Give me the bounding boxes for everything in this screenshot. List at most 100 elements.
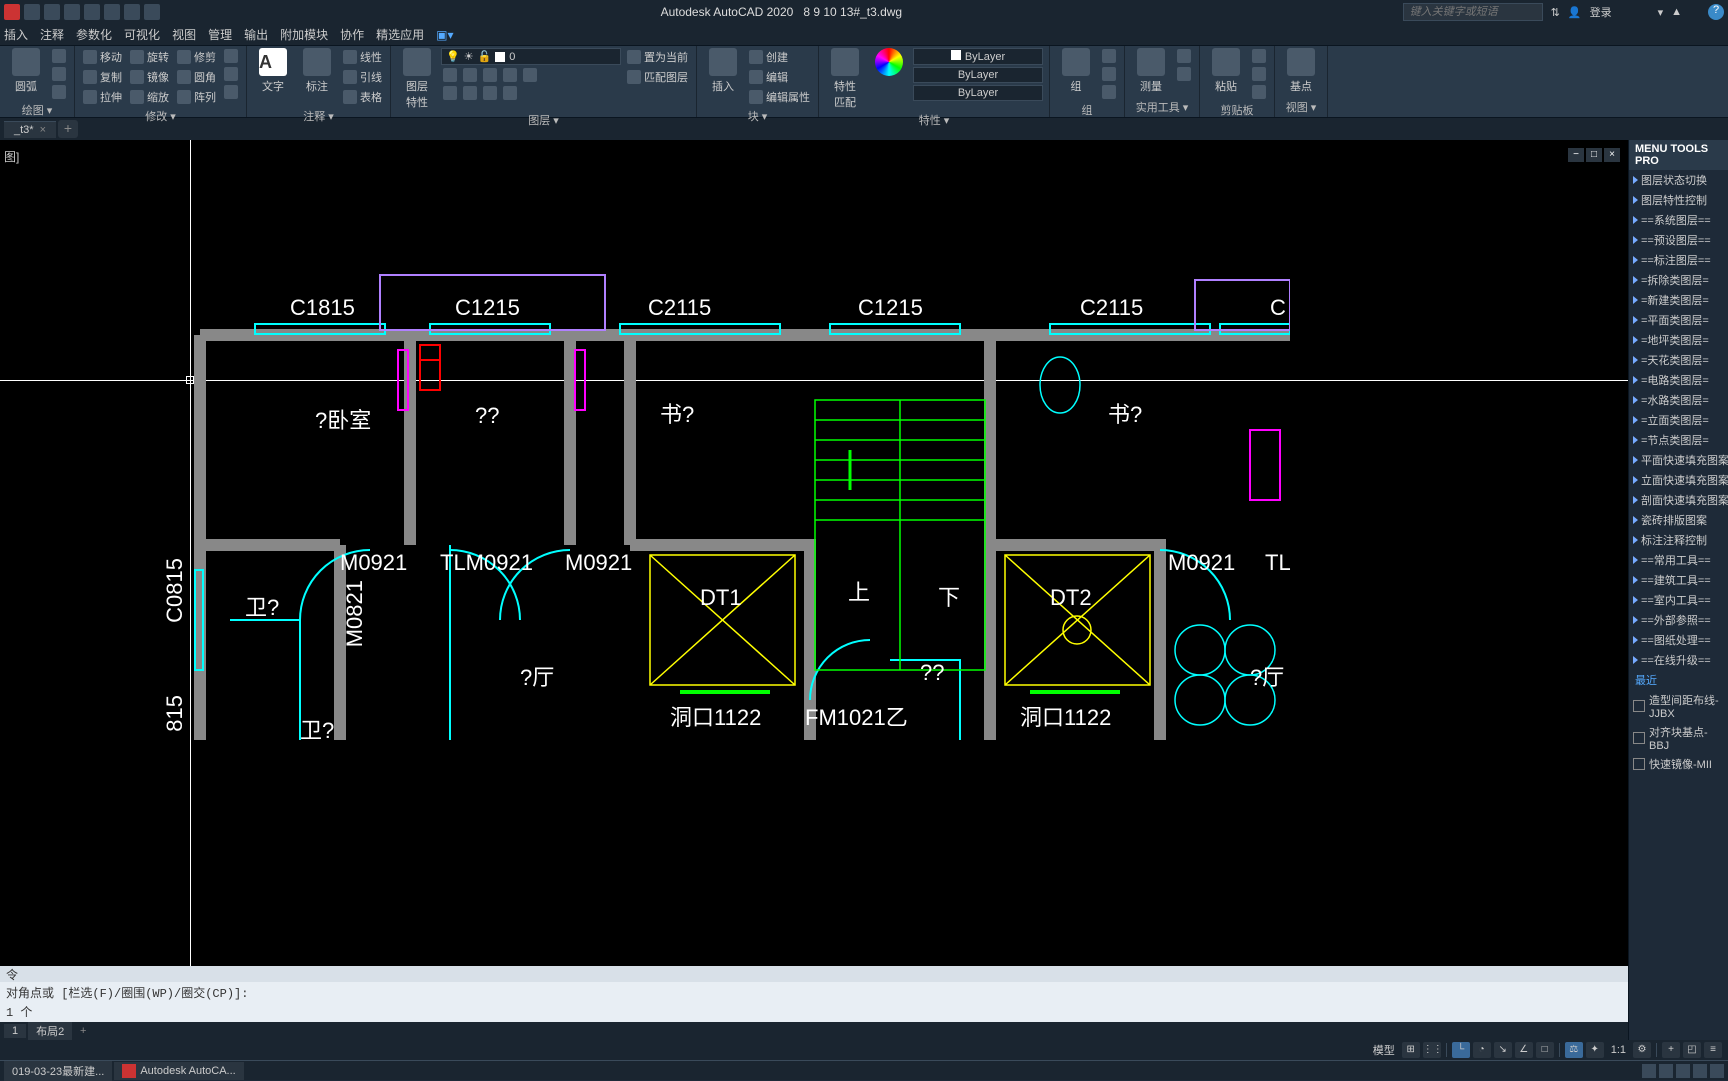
side-item-24[interactable]: ==在线升级== <box>1629 650 1728 670</box>
panel-draw-label[interactable]: 绘图 ▾ <box>6 100 68 118</box>
lay-b8[interactable] <box>481 85 499 101</box>
menu-view[interactable]: 视图 <box>172 26 196 43</box>
text-button[interactable]: A文字 <box>253 48 293 94</box>
stretch-button[interactable]: 拉伸 <box>81 88 124 106</box>
color-wheel-button[interactable] <box>869 48 909 78</box>
layout-tab-1[interactable]: 1 <box>4 1024 26 1038</box>
side-item-3[interactable]: ==预设图层== <box>1629 230 1728 250</box>
paste-button[interactable]: 粘贴 <box>1206 48 1246 94</box>
line-button[interactable] <box>50 48 68 64</box>
tray-4-icon[interactable] <box>1693 1064 1707 1078</box>
recent-item-1[interactable]: 对齐块基点-BBJ <box>1629 722 1728 754</box>
side-item-16[interactable]: 剖面快速填充图案 <box>1629 490 1728 510</box>
qat-save-icon[interactable] <box>64 4 80 20</box>
viewport-label[interactable]: 图] <box>4 148 19 165</box>
side-item-6[interactable]: =新建类图层= <box>1629 290 1728 310</box>
array-button[interactable]: 阵列 <box>175 88 218 106</box>
circle-button[interactable] <box>50 84 68 100</box>
side-item-11[interactable]: =水路类图层= <box>1629 390 1728 410</box>
measure-button[interactable]: 测量 <box>1131 48 1171 94</box>
status-otrack-icon[interactable]: ∠ <box>1515 1042 1533 1058</box>
rotate-button[interactable]: 旋转 <box>128 48 171 66</box>
matchlayer-button[interactable]: 匹配图层 <box>625 68 690 86</box>
side-item-1[interactable]: 图层特性控制 <box>1629 190 1728 210</box>
clip-b1[interactable] <box>1250 48 1268 64</box>
panel-clip-label[interactable]: 剪贴板 <box>1206 100 1268 118</box>
tray-1-icon[interactable] <box>1642 1064 1656 1078</box>
taskbar-btn-1[interactable]: 019-03-23最新建... <box>4 1061 112 1081</box>
panel-annot-label[interactable]: 注释 ▾ <box>253 106 384 124</box>
lay-b2[interactable] <box>461 67 479 83</box>
menu-annotate[interactable]: 注释 <box>40 26 64 43</box>
status-osnap-icon[interactable]: □ <box>1536 1042 1554 1058</box>
taskbar-btn-2[interactable]: Autodesk AutoCA... <box>114 1062 243 1080</box>
xchange-icon[interactable]: ▲ <box>1671 6 1682 18</box>
side-item-20[interactable]: ==建筑工具== <box>1629 570 1728 590</box>
lay-b9[interactable] <box>501 85 519 101</box>
panel-util-label[interactable]: 实用工具 ▾ <box>1131 97 1193 115</box>
status-grid-icon[interactable]: ⊞ <box>1402 1042 1420 1058</box>
side-item-18[interactable]: 标注注释控制 <box>1629 530 1728 550</box>
vp-max-icon[interactable]: □ <box>1586 148 1602 162</box>
trim-button[interactable]: 修剪 <box>175 48 218 66</box>
menu-manage[interactable]: 管理 <box>208 26 232 43</box>
mod-e3-button[interactable] <box>222 84 240 100</box>
grp-b1[interactable] <box>1100 48 1118 64</box>
lay-b6[interactable] <box>441 85 459 101</box>
mod-e1-button[interactable] <box>222 48 240 64</box>
panel-prop-label[interactable]: 特性 ▾ <box>825 110 1043 128</box>
linetype-dropdown[interactable]: ByLayer <box>913 85 1043 101</box>
status-iso-icon[interactable]: ↘ <box>1494 1042 1512 1058</box>
side-item-22[interactable]: ==外部参照== <box>1629 610 1728 630</box>
qat-redo-icon[interactable] <box>144 4 160 20</box>
drawing-area[interactable]: − □ × <box>0 140 1628 1080</box>
insert-button[interactable]: 插入 <box>703 48 743 94</box>
user-icon[interactable]: 👤 <box>1568 6 1582 19</box>
qat-open-icon[interactable] <box>44 4 60 20</box>
menu-output[interactable]: 输出 <box>244 26 268 43</box>
matchprop-button[interactable]: 特性 匹配 <box>825 48 865 110</box>
color-dropdown[interactable]: ByLayer <box>913 48 1043 65</box>
mod-e2-button[interactable] <box>222 66 240 82</box>
side-item-15[interactable]: 立面快速填充图案 <box>1629 470 1728 490</box>
layerprop-button[interactable]: 图层 特性 <box>397 48 437 110</box>
side-item-4[interactable]: ==标注图层== <box>1629 250 1728 270</box>
doc-tab-active[interactable]: _t3*× <box>4 121 56 138</box>
lay-b5[interactable] <box>521 67 539 83</box>
side-item-5[interactable]: =拆除类图层= <box>1629 270 1728 290</box>
menu-parametric[interactable]: 参数化 <box>76 26 112 43</box>
copy-button[interactable]: 复制 <box>81 68 124 86</box>
qat-new-icon[interactable] <box>24 4 40 20</box>
mirror-button[interactable]: 镜像 <box>128 68 171 86</box>
panel-modify-label[interactable]: 修改 ▾ <box>81 106 240 124</box>
clip-b3[interactable] <box>1250 84 1268 100</box>
grp-b2[interactable] <box>1100 66 1118 82</box>
menu-addins[interactable]: 附加模块 <box>280 26 328 43</box>
status-max-icon[interactable]: ◰ <box>1683 1042 1701 1058</box>
side-item-13[interactable]: =节点类图层= <box>1629 430 1728 450</box>
status-gear-icon[interactable]: ⚙ <box>1633 1042 1651 1058</box>
polyline-button[interactable] <box>50 66 68 82</box>
login-link[interactable]: 登录 <box>1590 4 1612 20</box>
fillet-button[interactable]: 圆角 <box>175 68 218 86</box>
qat-undo-icon[interactable] <box>124 4 140 20</box>
util-b1[interactable] <box>1175 48 1193 64</box>
vp-min-icon[interactable]: − <box>1568 148 1584 162</box>
side-item-0[interactable]: 图层状态切换 <box>1629 170 1728 190</box>
search-input[interactable] <box>1403 3 1543 21</box>
side-item-19[interactable]: ==常用工具== <box>1629 550 1728 570</box>
status-model[interactable]: 模型 <box>1369 1042 1399 1058</box>
util-b2[interactable] <box>1175 66 1193 82</box>
setcurrent-button[interactable]: 置为当前 <box>625 48 690 66</box>
table-button[interactable]: 表格 <box>341 88 384 106</box>
tray-2-icon[interactable] <box>1659 1064 1673 1078</box>
scale-button[interactable]: 缩放 <box>128 88 171 106</box>
recent-item-0[interactable]: 造型间距布线-JJBX <box>1629 690 1728 722</box>
blk-create-button[interactable]: 创建 <box>747 48 812 66</box>
side-item-23[interactable]: ==图纸处理== <box>1629 630 1728 650</box>
side-item-7[interactable]: =平面类图层= <box>1629 310 1728 330</box>
share-icon[interactable]: ⇅ <box>1551 6 1560 19</box>
menu-collaborate[interactable]: 协作 <box>340 26 364 43</box>
cart-icon[interactable]: ▾ <box>1658 6 1664 19</box>
grp-b3[interactable] <box>1100 84 1118 100</box>
